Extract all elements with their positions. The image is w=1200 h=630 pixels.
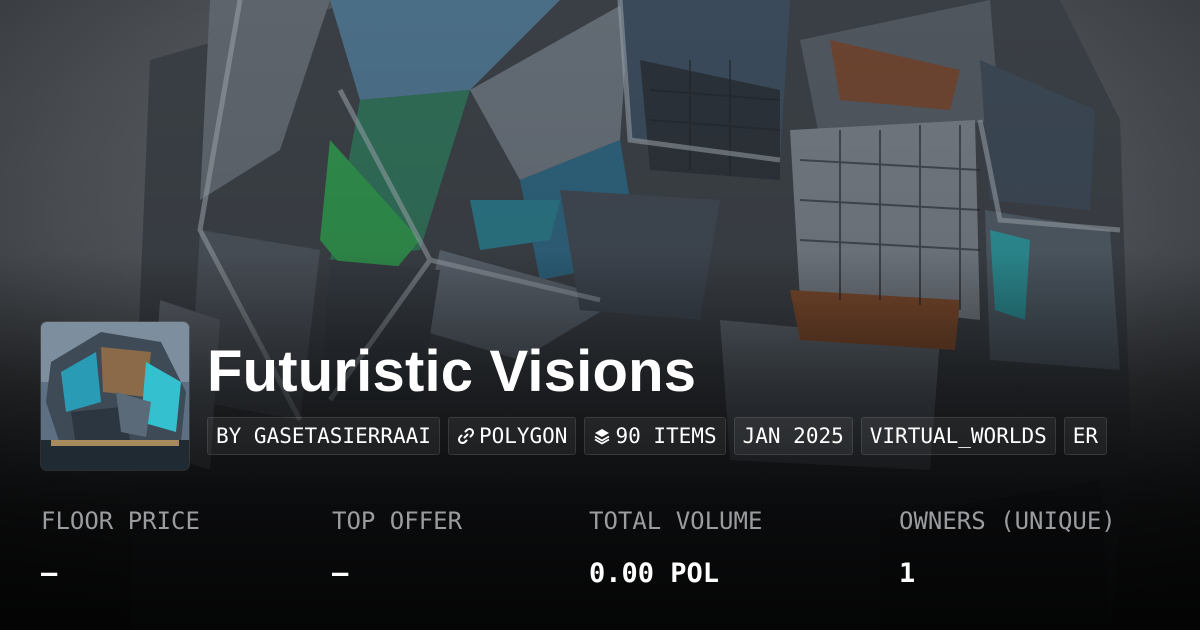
chain-tag[interactable]: POLYGON [447,417,577,455]
created-date-tag: JAN 2025 [733,417,853,455]
owners-label: OWNERS (UNIQUE) [899,507,1116,535]
floor-price-value: – [41,558,58,589]
collection-stats: FLOOR PRICE – TOP OFFER – TOTAL VOLUME 0… [41,505,1200,595]
total-volume-label: TOTAL VOLUME [589,507,763,535]
owners-value: 1 [899,558,916,589]
collection-og-card: Futuristic Visions BY GASETASIERRAAI POL… [0,0,1200,630]
link-icon [457,427,475,445]
created-date-label: JAN 2025 [742,424,844,448]
total-volume-stat: TOTAL VOLUME 0.00 POL [589,505,762,591]
category-tag[interactable]: VIRTUAL_WORLDS [860,417,1056,455]
layers-icon [593,427,611,445]
chain-tag-label: POLYGON [478,424,568,448]
collection-tags: BY GASETASIERRAAI POLYGON 90 ITEMS JAN 2… [207,417,1200,455]
items-count-tag: 90 ITEMS [584,417,726,455]
category-tag-label: VIRTUAL_WORLDS [869,424,1047,448]
top-offer-stat: TOP OFFER – [332,505,462,591]
floor-price-stat: FLOOR PRICE – [41,505,200,591]
collection-title: Futuristic Visions [207,339,697,404]
truncated-tag: ER [1063,417,1108,455]
top-offer-label: TOP OFFER [332,507,463,535]
floor-price-label: FLOOR PRICE [41,507,200,535]
truncated-tag-label: ER [1072,424,1099,448]
top-offer-value: – [332,558,349,589]
items-count-label: 90 ITEMS [615,424,717,448]
owners-stat: OWNERS (UNIQUE) 1 [899,505,1116,591]
creator-tag[interactable]: BY GASETASIERRAAI [207,417,440,455]
creator-tag-label: BY GASETASIERRAAI [216,424,431,448]
collection-thumbnail [41,322,189,470]
total-volume-value: 0.00 POL [589,558,720,589]
